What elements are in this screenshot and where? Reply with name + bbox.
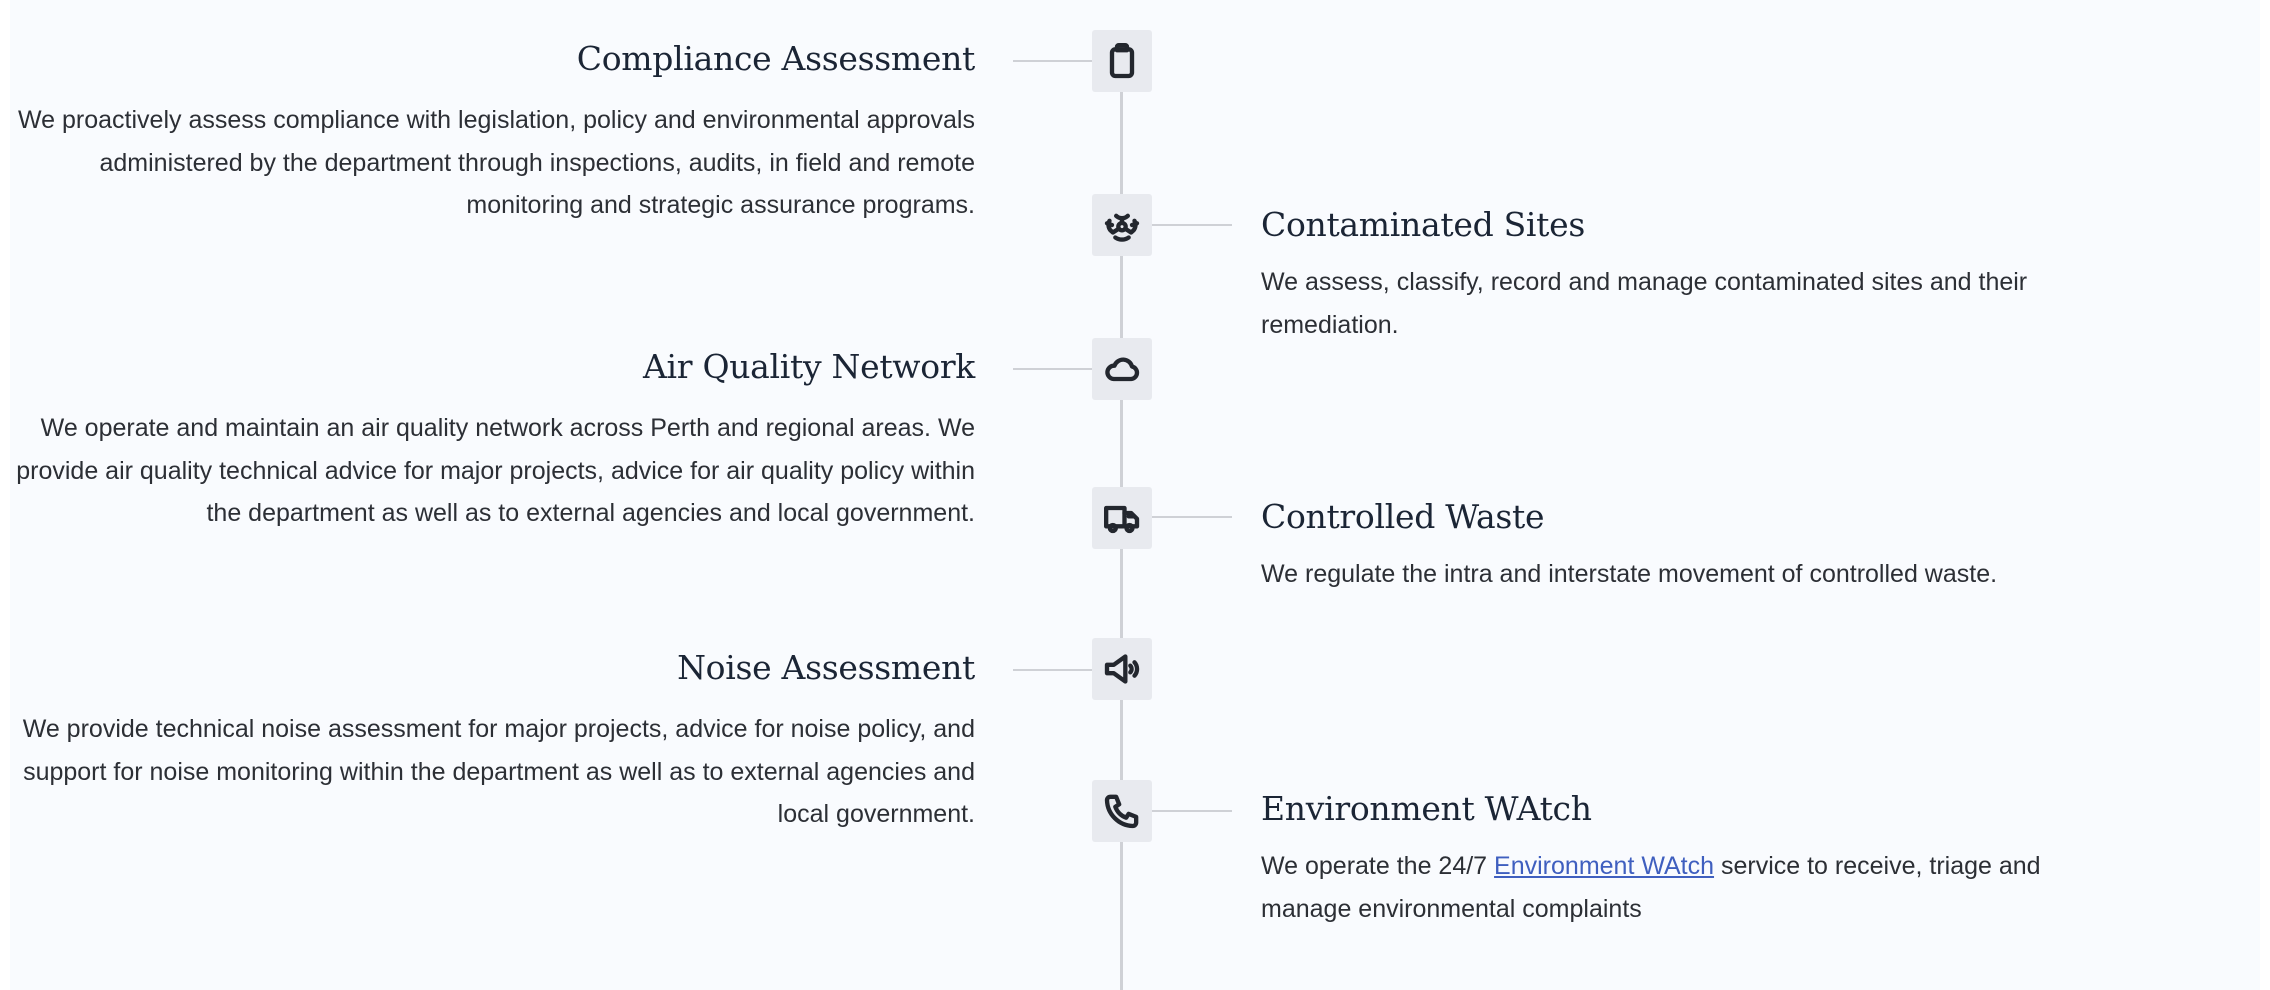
description-text: We operate the 24/7 — [1261, 852, 1495, 880]
service-description: We operate and maintain an air quality n… — [16, 414, 975, 527]
timeline-connector — [1152, 224, 1232, 226]
service-description: We operate the 24/7 Environment WAtch se… — [1261, 845, 2111, 930]
timeline-node — [1092, 338, 1152, 400]
service-title: Air Quality Network — [643, 347, 975, 386]
timeline-node — [1092, 194, 1152, 256]
timeline-node — [1092, 638, 1152, 700]
cloud-icon — [1105, 357, 1140, 382]
speaker-icon — [1104, 654, 1140, 684]
service-environment-watch: Environment WAtch We operate the 24/7 En… — [1261, 789, 2111, 930]
timeline-connector — [1152, 516, 1232, 518]
services-timeline: Compliance Assessment We proactively ass… — [10, 0, 2260, 990]
service-noise-assessment: Noise Assessment We provide technical no… — [15, 648, 976, 836]
timeline-connector — [1013, 60, 1092, 62]
service-description: We proactively assess compliance with le… — [18, 106, 975, 219]
timeline-connector — [1013, 669, 1092, 671]
timeline-connector — [1013, 368, 1092, 370]
service-description: We assess, classify, record and manage c… — [1261, 268, 2028, 339]
service-compliance-assessment: Compliance Assessment We proactively ass… — [15, 39, 975, 227]
service-title: Noise Assessment — [677, 648, 975, 687]
service-title: Compliance Assessment — [576, 39, 976, 78]
timeline-node — [1092, 487, 1152, 549]
service-title: Contaminated Sites — [1261, 205, 1585, 244]
service-description: We regulate the intra and interstate mov… — [1261, 560, 1998, 588]
timeline-node — [1092, 780, 1152, 842]
phone-icon — [1104, 794, 1139, 829]
service-contaminated-sites: Contaminated Sites We assess, classify, … — [1261, 205, 2111, 346]
service-title: Controlled Waste — [1261, 497, 1545, 536]
service-air-quality-network: Air Quality Network We operate and maint… — [15, 347, 975, 535]
service-controlled-waste: Controlled Waste We regulate the intra a… — [1261, 497, 2111, 596]
timeline-node — [1092, 30, 1152, 92]
service-title: Environment WAtch — [1261, 789, 1592, 828]
biohazard-icon — [1104, 213, 1140, 242]
timeline-connector — [1152, 810, 1232, 812]
environment-watch-link[interactable]: Environment WAtch — [1494, 852, 1714, 880]
clipboard-icon — [1109, 43, 1135, 79]
service-description: We provide technical noise assessment fo… — [22, 715, 975, 828]
truck-icon — [1104, 505, 1140, 534]
